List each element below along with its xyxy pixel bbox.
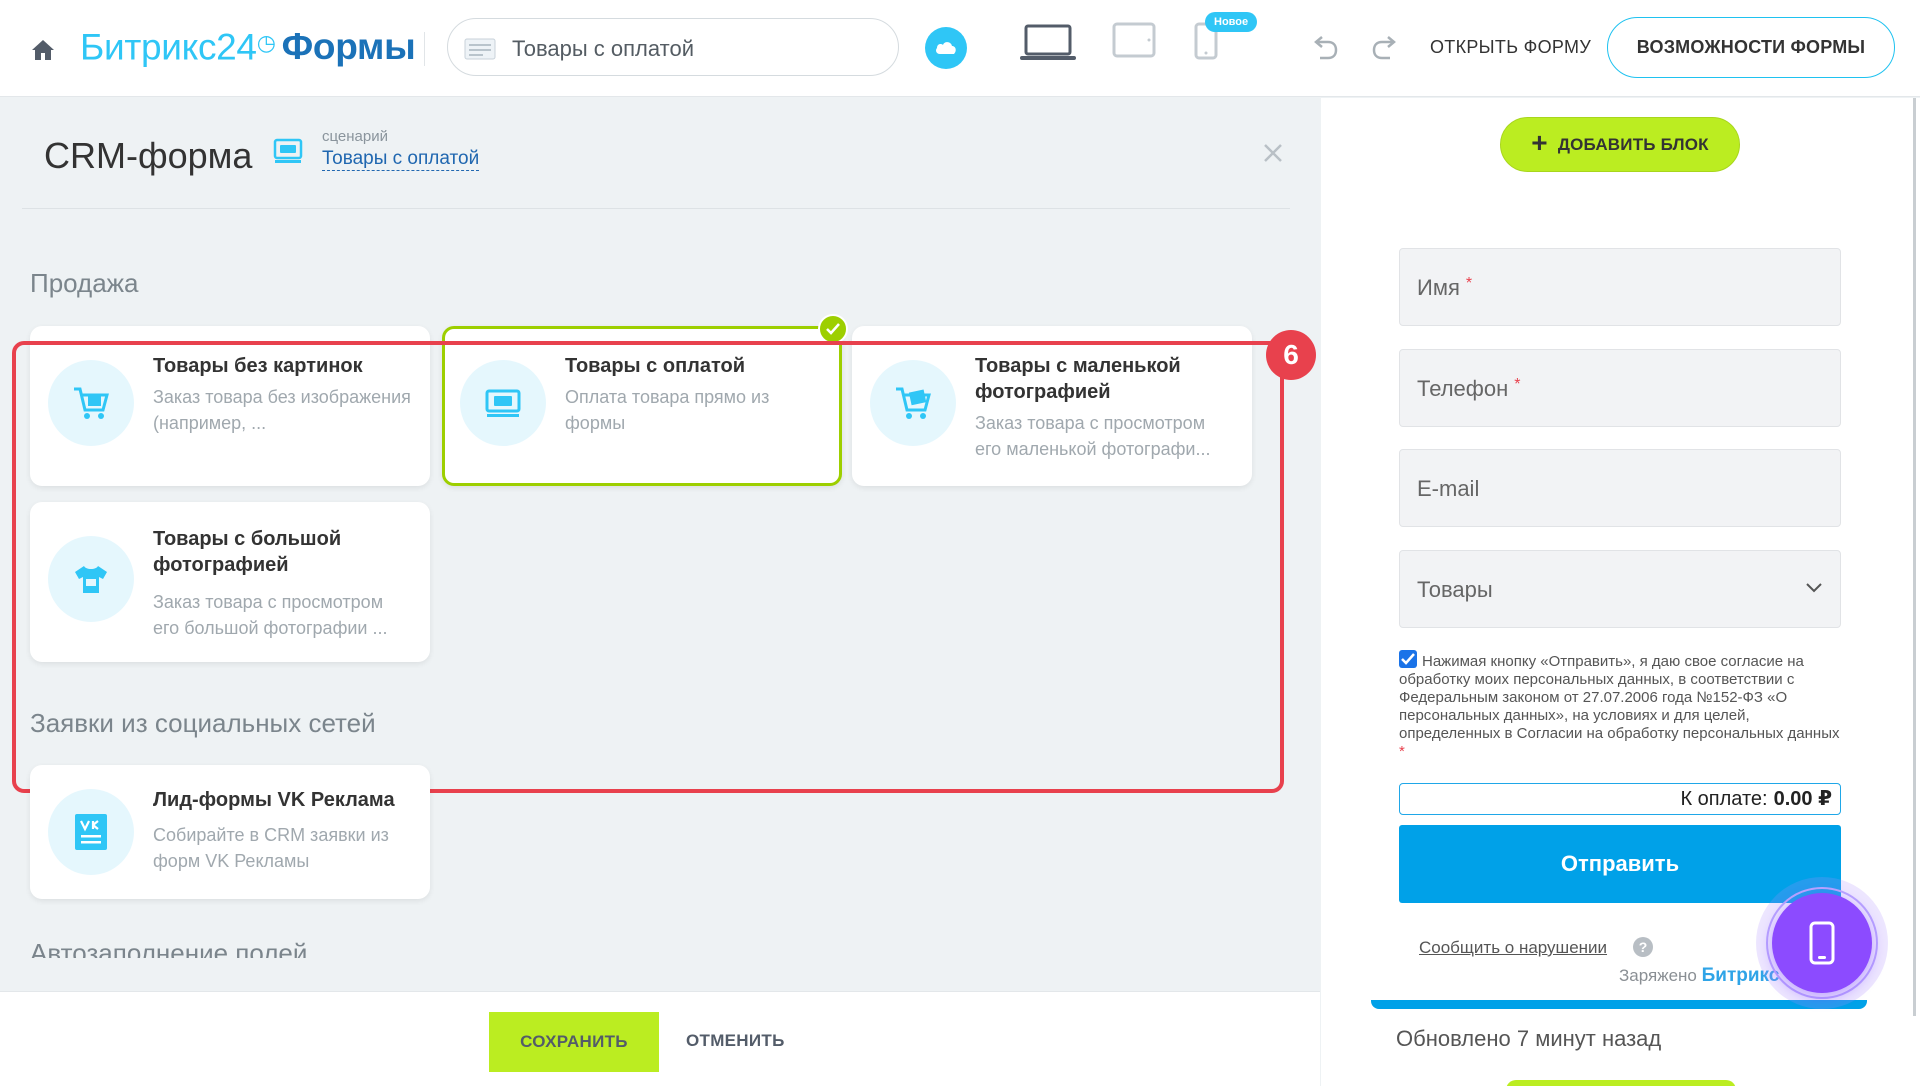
cloud-icon [936, 42, 956, 54]
laptop-icon[interactable] [1018, 23, 1078, 63]
card-description: Собирайте в CRM заявки из форм VK Реклам… [153, 825, 389, 871]
consent-text: Нажимая кнопку «Отправить», я даю свое с… [1399, 650, 1845, 761]
submit-button[interactable]: Отправить [1399, 825, 1841, 903]
phone-icon [1809, 921, 1835, 965]
form-list-icon [464, 38, 496, 60]
scenario-panel: CRM-форма сценарий Товары с оплатой Прод… [0, 98, 1320, 991]
help-icon[interactable]: ? [1633, 937, 1653, 957]
close-icon[interactable] [1262, 142, 1284, 164]
new-badge: Новое [1205, 12, 1258, 32]
tablet-icon[interactable] [1112, 22, 1156, 58]
action-bar: СОХРАНИТЬ ОТМЕНИТЬ [0, 991, 1320, 1086]
section-title-social: Заявки из социальных сетей [30, 708, 376, 738]
section-title-sale: Продажа [30, 268, 139, 298]
logo: Битрикс24◷ Формы [80, 26, 416, 68]
email-field[interactable]: E-mail [1399, 449, 1841, 527]
form-features-button[interactable]: ВОЗМОЖНОСТИ ФОРМЫ [1607, 17, 1895, 78]
scrollbar[interactable] [1913, 98, 1916, 1016]
phone-field[interactable]: Телефон * [1399, 349, 1841, 427]
open-form-link[interactable]: ОТКРЫТЬ ФОРМУ [1430, 37, 1591, 58]
report-abuse-link[interactable]: Сообщить о нарушении [1419, 938, 1607, 958]
page-title: CRM-форма [44, 135, 253, 176]
card-title: Лид-формы VK Реклама [153, 789, 395, 811]
consent-checkbox[interactable] [1399, 650, 1417, 668]
green-button-peek[interactable] [1506, 1080, 1736, 1086]
redo-icon[interactable] [1370, 32, 1400, 62]
step-badge: 6 [1266, 330, 1316, 380]
home-icon[interactable] [30, 38, 56, 62]
products-select[interactable]: Товары [1399, 550, 1841, 628]
section-title-autofill: Автозаполнение полей [30, 938, 308, 958]
total-amount: К оплате: 0.00 ₽ [1399, 783, 1841, 815]
form-title-input[interactable]: Товары с оплатой [447, 18, 899, 76]
updated-status: Обновлено 7 минут назад [1396, 1026, 1662, 1051]
divider [22, 208, 1290, 209]
top-bar: Битрикс24◷Формы Товары с оплатой Новое [0, 0, 1920, 97]
form-title-text: Товары с оплатой [512, 36, 694, 61]
scenario-card-vk-leads[interactable]: Лид-формы VK Реклама Собирайте в CRM зая… [30, 765, 430, 899]
plus-icon: + [1531, 127, 1548, 159]
add-block-button[interactable]: + ДОБАВИТЬ БЛОК [1500, 117, 1740, 172]
selected-check-icon [818, 314, 848, 344]
divider [424, 32, 425, 66]
cloud-save-button[interactable] [925, 27, 967, 69]
payment-icon [273, 138, 303, 163]
clock-icon: ◷ [256, 30, 276, 55]
mobile-preview-button[interactable] [1772, 893, 1872, 993]
powered-by[interactable]: Заряжено Битрикс [1619, 965, 1779, 987]
undo-icon[interactable] [1310, 32, 1340, 62]
chevron-down-icon [1806, 583, 1822, 593]
cancel-button[interactable]: ОТМЕНИТЬ [686, 1031, 785, 1051]
scenario-label: сценарий [322, 128, 388, 145]
name-field[interactable]: Имя * [1399, 248, 1841, 326]
section-clip: Автозаполнение полей [0, 938, 1300, 958]
vk-form-icon [75, 814, 107, 850]
scenario-link[interactable]: Товары с оплатой [322, 148, 480, 171]
save-button[interactable]: СОХРАНИТЬ [489, 1012, 659, 1072]
